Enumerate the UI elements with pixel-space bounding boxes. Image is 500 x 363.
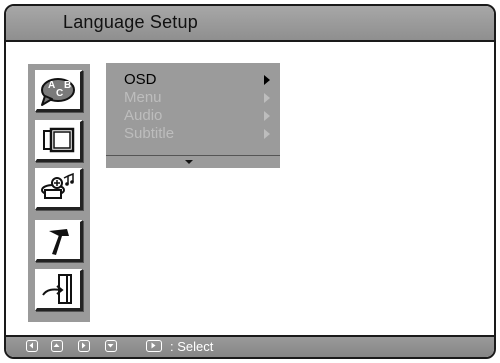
title-bar: Language Setup xyxy=(6,6,494,42)
category-language-button[interactable]: A C B xyxy=(35,70,83,112)
language-menu-panel: OSD Menu Audio Subtitle xyxy=(106,63,280,168)
menu-item-audio: Audio xyxy=(124,107,274,125)
down-arrow-key-icon xyxy=(105,340,117,352)
submenu-arrow-icon xyxy=(264,93,270,103)
category-exit-button[interactable] xyxy=(35,269,83,311)
submenu-arrow-icon xyxy=(264,111,270,121)
language-setup-screen: Language Setup A C B OSD Menu Audio Subt… xyxy=(0,0,500,363)
svg-text:A: A xyxy=(48,80,55,91)
menu-divider xyxy=(106,155,280,156)
left-arrow-key-icon xyxy=(26,340,38,352)
osd-frame: Language Setup A C B OSD Menu Audio Subt… xyxy=(4,4,496,359)
menu-item-label: OSD xyxy=(124,71,157,88)
category-display-button[interactable] xyxy=(35,120,83,162)
menu-item-label: Menu xyxy=(124,89,162,106)
display-tv-icon xyxy=(43,127,75,153)
right-arrow-key-icon xyxy=(78,340,90,352)
hammer-tools-icon xyxy=(49,229,69,255)
menu-item-osd[interactable]: OSD xyxy=(124,71,274,89)
category-audio-button[interactable] xyxy=(35,168,83,210)
chevron-down-icon[interactable] xyxy=(185,160,193,164)
menu-item-label: Audio xyxy=(124,107,163,124)
setup-category-column: A C B xyxy=(28,64,90,322)
language-abc-icon: A C B xyxy=(41,78,75,106)
up-arrow-key-icon xyxy=(51,340,63,352)
play-key-icon xyxy=(146,340,162,352)
svg-text:B: B xyxy=(64,80,71,91)
help-bar: : Select xyxy=(6,335,494,357)
page-title: Language Setup xyxy=(63,12,198,32)
help-select-text: : Select xyxy=(170,339,214,354)
menu-item-subtitle: Subtitle xyxy=(124,125,274,143)
submenu-arrow-icon xyxy=(264,129,270,139)
audio-speaker-icon xyxy=(41,172,74,199)
category-preferences-button[interactable] xyxy=(35,220,83,262)
menu-item-menu: Menu xyxy=(124,89,274,107)
svg-text:C: C xyxy=(56,88,63,99)
submenu-arrow-icon xyxy=(264,75,270,85)
menu-item-label: Subtitle xyxy=(124,125,175,142)
exit-door-icon xyxy=(42,274,72,304)
